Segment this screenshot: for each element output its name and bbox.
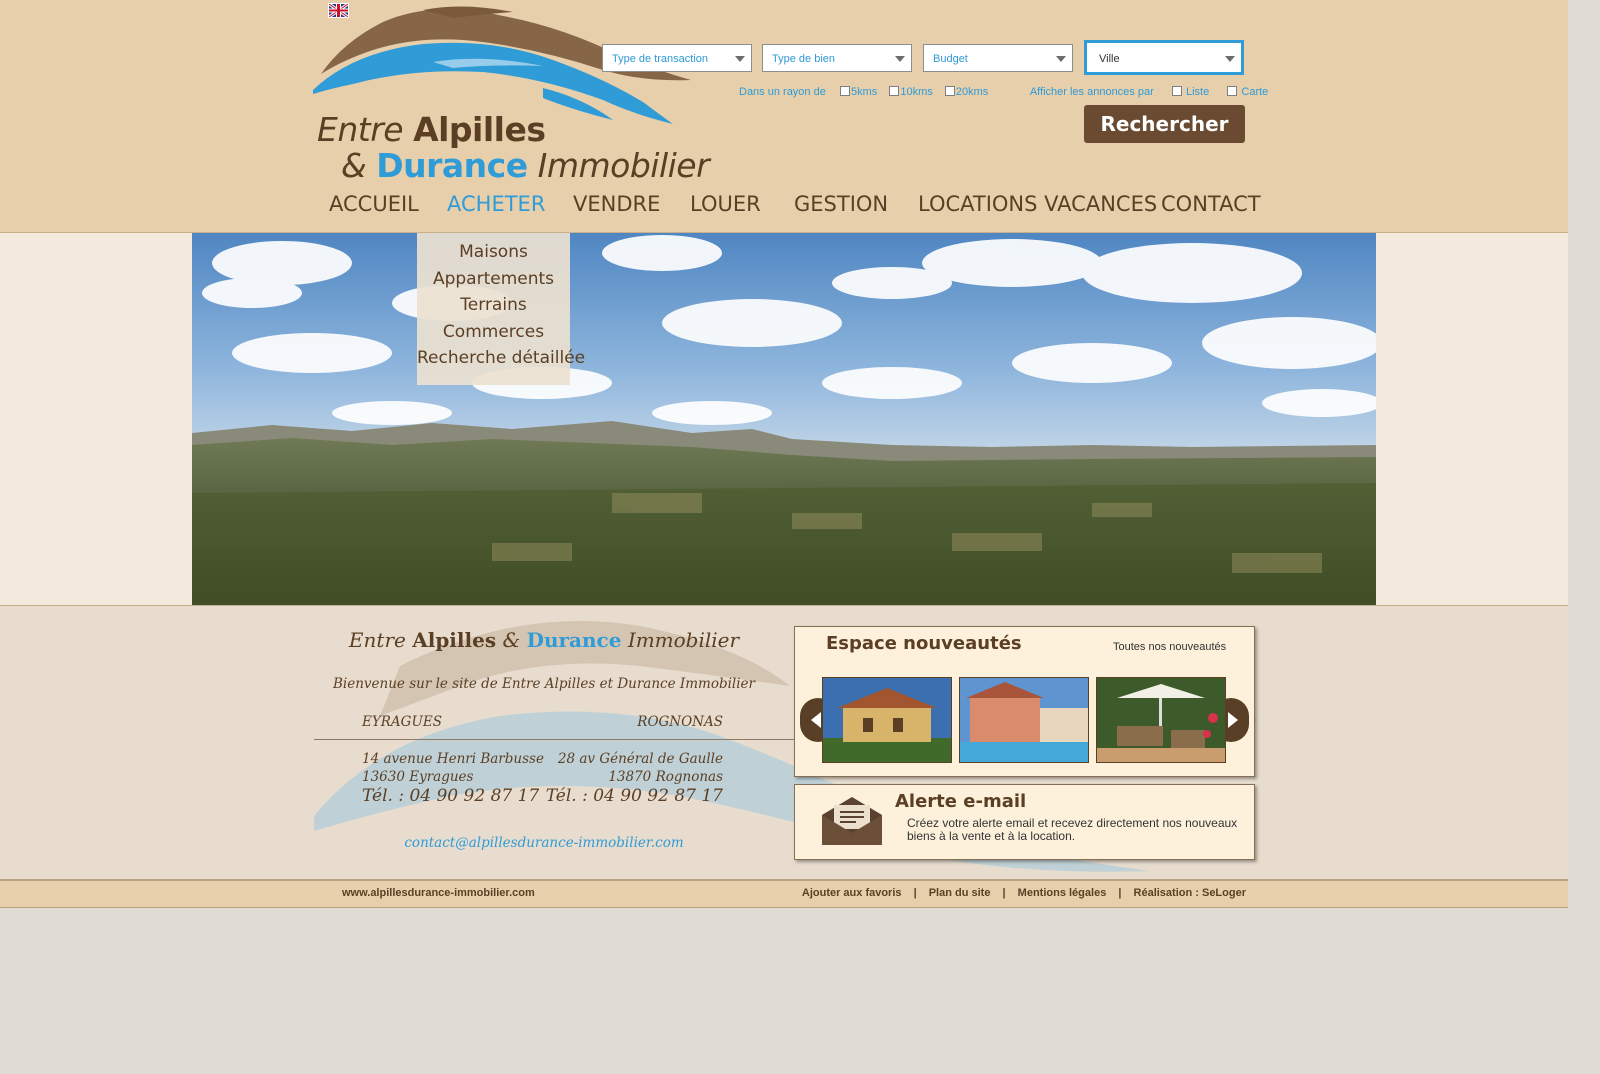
submenu-appartements[interactable]: Appartements [417,266,570,293]
budget-value: Budget [933,53,968,65]
contact-email-link[interactable]: contact@alpillesdurance-immobilier.com [314,835,774,851]
property-type-value: Type de bien [772,53,835,65]
agency-title-immobilier: Immobilier [627,628,740,652]
chevron-down-icon [735,56,745,62]
footer-separator: | [1118,887,1122,899]
site-logo[interactable]: Entre Alpilles & Durance Immobilier [313,2,710,185]
office-postal: 13630 Eyragues [362,769,474,785]
agency-title-amp: & [502,628,521,652]
chevron-down-icon [1225,56,1235,62]
office-street: 28 av Général de Gaulle [557,751,723,767]
logo-title-line1: Entre Alpilles [317,110,546,149]
chevron-right-icon [1228,712,1238,728]
agency-title-alpilles: Alpilles [412,628,497,652]
radius-20-checkbox[interactable] [944,86,955,97]
nav-acheter[interactable]: ACHETER [447,192,545,216]
envelope-icon [822,797,882,845]
submenu-maisons[interactable]: Maisons [417,239,570,266]
office-postal: 13870 Rognonas [608,769,723,785]
office-city-rognonas: ROGNONAS [637,714,723,730]
nav-contact[interactable]: CONTACT [1161,192,1261,216]
footer-link-sitemap[interactable]: Plan du site [929,887,991,899]
chevron-down-icon [1056,56,1066,62]
footer-separator: | [1002,887,1006,899]
acheter-submenu: Maisons Appartements Terrains Commerces … [417,233,585,385]
logo-word-entre: Entre [317,110,404,149]
logo-word-immobilier: Immobilier [537,146,710,185]
footer-site-url[interactable]: www.alpillesdurance-immobilier.com [342,887,535,899]
city-value: Ville [1099,53,1120,65]
footer-links: Ajouter aux favoris | Plan du site | Men… [802,887,1246,899]
display-list-label: Liste [1185,86,1210,98]
office-phone-rognonas[interactable]: Tél. : 04 90 92 87 17 [546,786,723,806]
logo-word-alpilles: Alpilles [413,110,546,149]
email-alert-title: Alerte e-mail [895,791,1027,812]
submenu-commerces[interactable]: Commerces [417,319,570,346]
property-thumbnail[interactable] [822,677,952,763]
office-address-eyragues: 14 avenue Henri Barbusse 13630 Eyragues [362,750,544,786]
logo-word-durance: Durance [376,146,528,185]
display-map-checkbox[interactable] [1227,86,1238,97]
welcome-text: Bienvenue sur le site de Entre Alpilles … [333,676,755,692]
radius-20-label: 20kms [955,86,989,98]
chevron-left-icon [811,712,821,728]
agency-title-entre: Entre [348,628,406,652]
radius-5-checkbox[interactable] [839,86,850,97]
footer-link-favorites[interactable]: Ajouter aux favoris [802,887,902,899]
property-thumbnail[interactable] [959,677,1089,763]
submenu-terrains[interactable]: Terrains [417,292,570,319]
hero-landscape-image [192,233,1376,605]
city-select[interactable]: Ville [1084,40,1244,75]
footer-link-credits[interactable]: Réalisation : SeLoger [1134,887,1246,899]
footer-link-legal[interactable]: Mentions légales [1018,887,1107,899]
site-footer: www.alpillesdurance-immobilier.com Ajout… [0,879,1568,908]
divider [314,739,794,740]
display-map-label: Carte [1241,86,1269,98]
logo-title-line2: & Durance Immobilier [341,146,710,185]
radius-options: Dans un rayon de 5kms 10kms 20kms Affich… [739,86,1268,98]
logo-ampersand: & [341,146,367,185]
nav-accueil[interactable]: ACCUEIL [329,192,419,216]
property-thumbnail[interactable] [1096,677,1226,763]
news-title: Espace nouveautés [826,633,1022,654]
office-city-eyragues: EYRAGUES [362,714,442,730]
radius-label: Dans un rayon de [739,86,826,98]
radius-10-checkbox[interactable] [889,86,900,97]
agency-title-durance: Durance [526,628,622,652]
transaction-type-select[interactable]: Type de transaction [602,44,752,72]
footer-separator: | [913,887,917,899]
search-button[interactable]: Rechercher [1084,105,1245,143]
nav-louer[interactable]: LOUER [690,192,761,216]
email-alert-text: Créez votre alerte email et recevez dire… [907,816,1238,843]
property-type-select[interactable]: Type de bien [762,44,912,72]
all-news-link[interactable]: Toutes nos nouveautés [1113,641,1226,653]
transaction-type-value: Type de transaction [612,53,709,65]
radius-10-label: 10kms [900,86,933,98]
nav-vendre[interactable]: VENDRE [573,192,660,216]
display-list-checkbox[interactable] [1171,86,1182,97]
budget-select[interactable]: Budget [923,44,1073,72]
display-mode-label: Afficher les annonces par [1029,86,1154,98]
office-address-rognonas: 28 av Général de Gaulle 13870 Rognonas [558,750,723,786]
watermark-graphic [314,621,1150,872]
content-area [0,606,1568,879]
office-phone-eyragues[interactable]: Tél. : 04 90 92 87 17 [362,786,539,806]
main-nav: ACCUEIL ACHETER VENDRE LOUER GESTION LOC… [0,192,1568,222]
radius-5-label: 5kms [850,86,878,98]
agency-title: Entre Alpilles & Durance Immobilier [314,628,774,652]
hero-banner [0,233,1568,606]
chevron-down-icon [895,56,905,62]
nav-locations-vacances[interactable]: LOCATIONS VACANCES [918,192,1157,216]
office-street: 14 avenue Henri Barbusse [362,751,544,767]
submenu-recherche-detaillee[interactable]: Recherche détaillée [417,345,585,372]
nav-gestion[interactable]: GESTION [794,192,888,216]
